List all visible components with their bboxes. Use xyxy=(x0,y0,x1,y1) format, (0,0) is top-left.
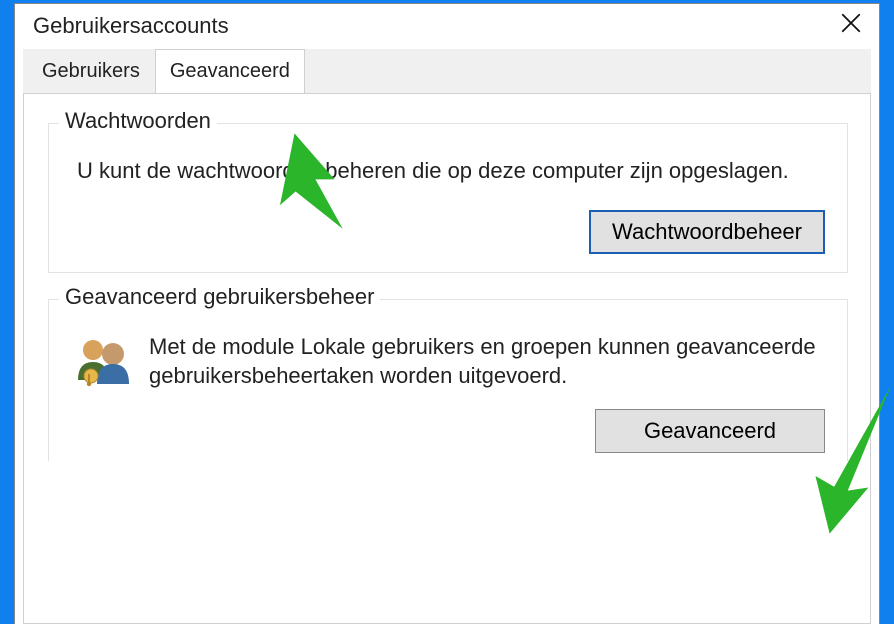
users-group-icon xyxy=(73,334,133,395)
group-title: Wachtwoorden xyxy=(59,108,217,134)
close-button[interactable] xyxy=(837,12,865,40)
button-row: Geavanceerd xyxy=(71,409,825,453)
password-manager-button[interactable]: Wachtwoordbeheer xyxy=(589,210,825,254)
tab-users[interactable]: Gebruikers xyxy=(27,49,155,93)
tab-content: Wachtwoorden U kunt de wachtwoorden behe… xyxy=(23,93,871,624)
tab-label: Geavanceerd xyxy=(170,60,290,82)
button-row: Wachtwoordbeheer xyxy=(71,210,825,254)
user-accounts-window: Gebruikersaccounts Gebruikers Geavanceer… xyxy=(14,3,880,624)
close-icon xyxy=(841,13,861,39)
tab-advanced[interactable]: Geavanceerd xyxy=(155,49,305,93)
titlebar: Gebruikersaccounts xyxy=(15,4,879,48)
tab-label: Gebruikers xyxy=(42,60,140,82)
advanced-text: Met de module Lokale gebruikers en groep… xyxy=(149,332,823,391)
window-title: Gebruikersaccounts xyxy=(33,13,229,39)
advanced-body: Met de module Lokale gebruikers en groep… xyxy=(73,332,823,395)
advanced-user-management-group: Geavanceerd gebruikersbeheer Met de modu… xyxy=(48,299,848,461)
advanced-button[interactable]: Geavanceerd xyxy=(595,409,825,453)
group-title: Geavanceerd gebruikersbeheer xyxy=(59,284,380,310)
passwords-text: U kunt de wachtwoorden beheren die op de… xyxy=(77,156,819,186)
tab-bar: Gebruikers Geavanceerd xyxy=(23,49,871,94)
passwords-group: Wachtwoorden U kunt de wachtwoorden behe… xyxy=(48,123,848,273)
